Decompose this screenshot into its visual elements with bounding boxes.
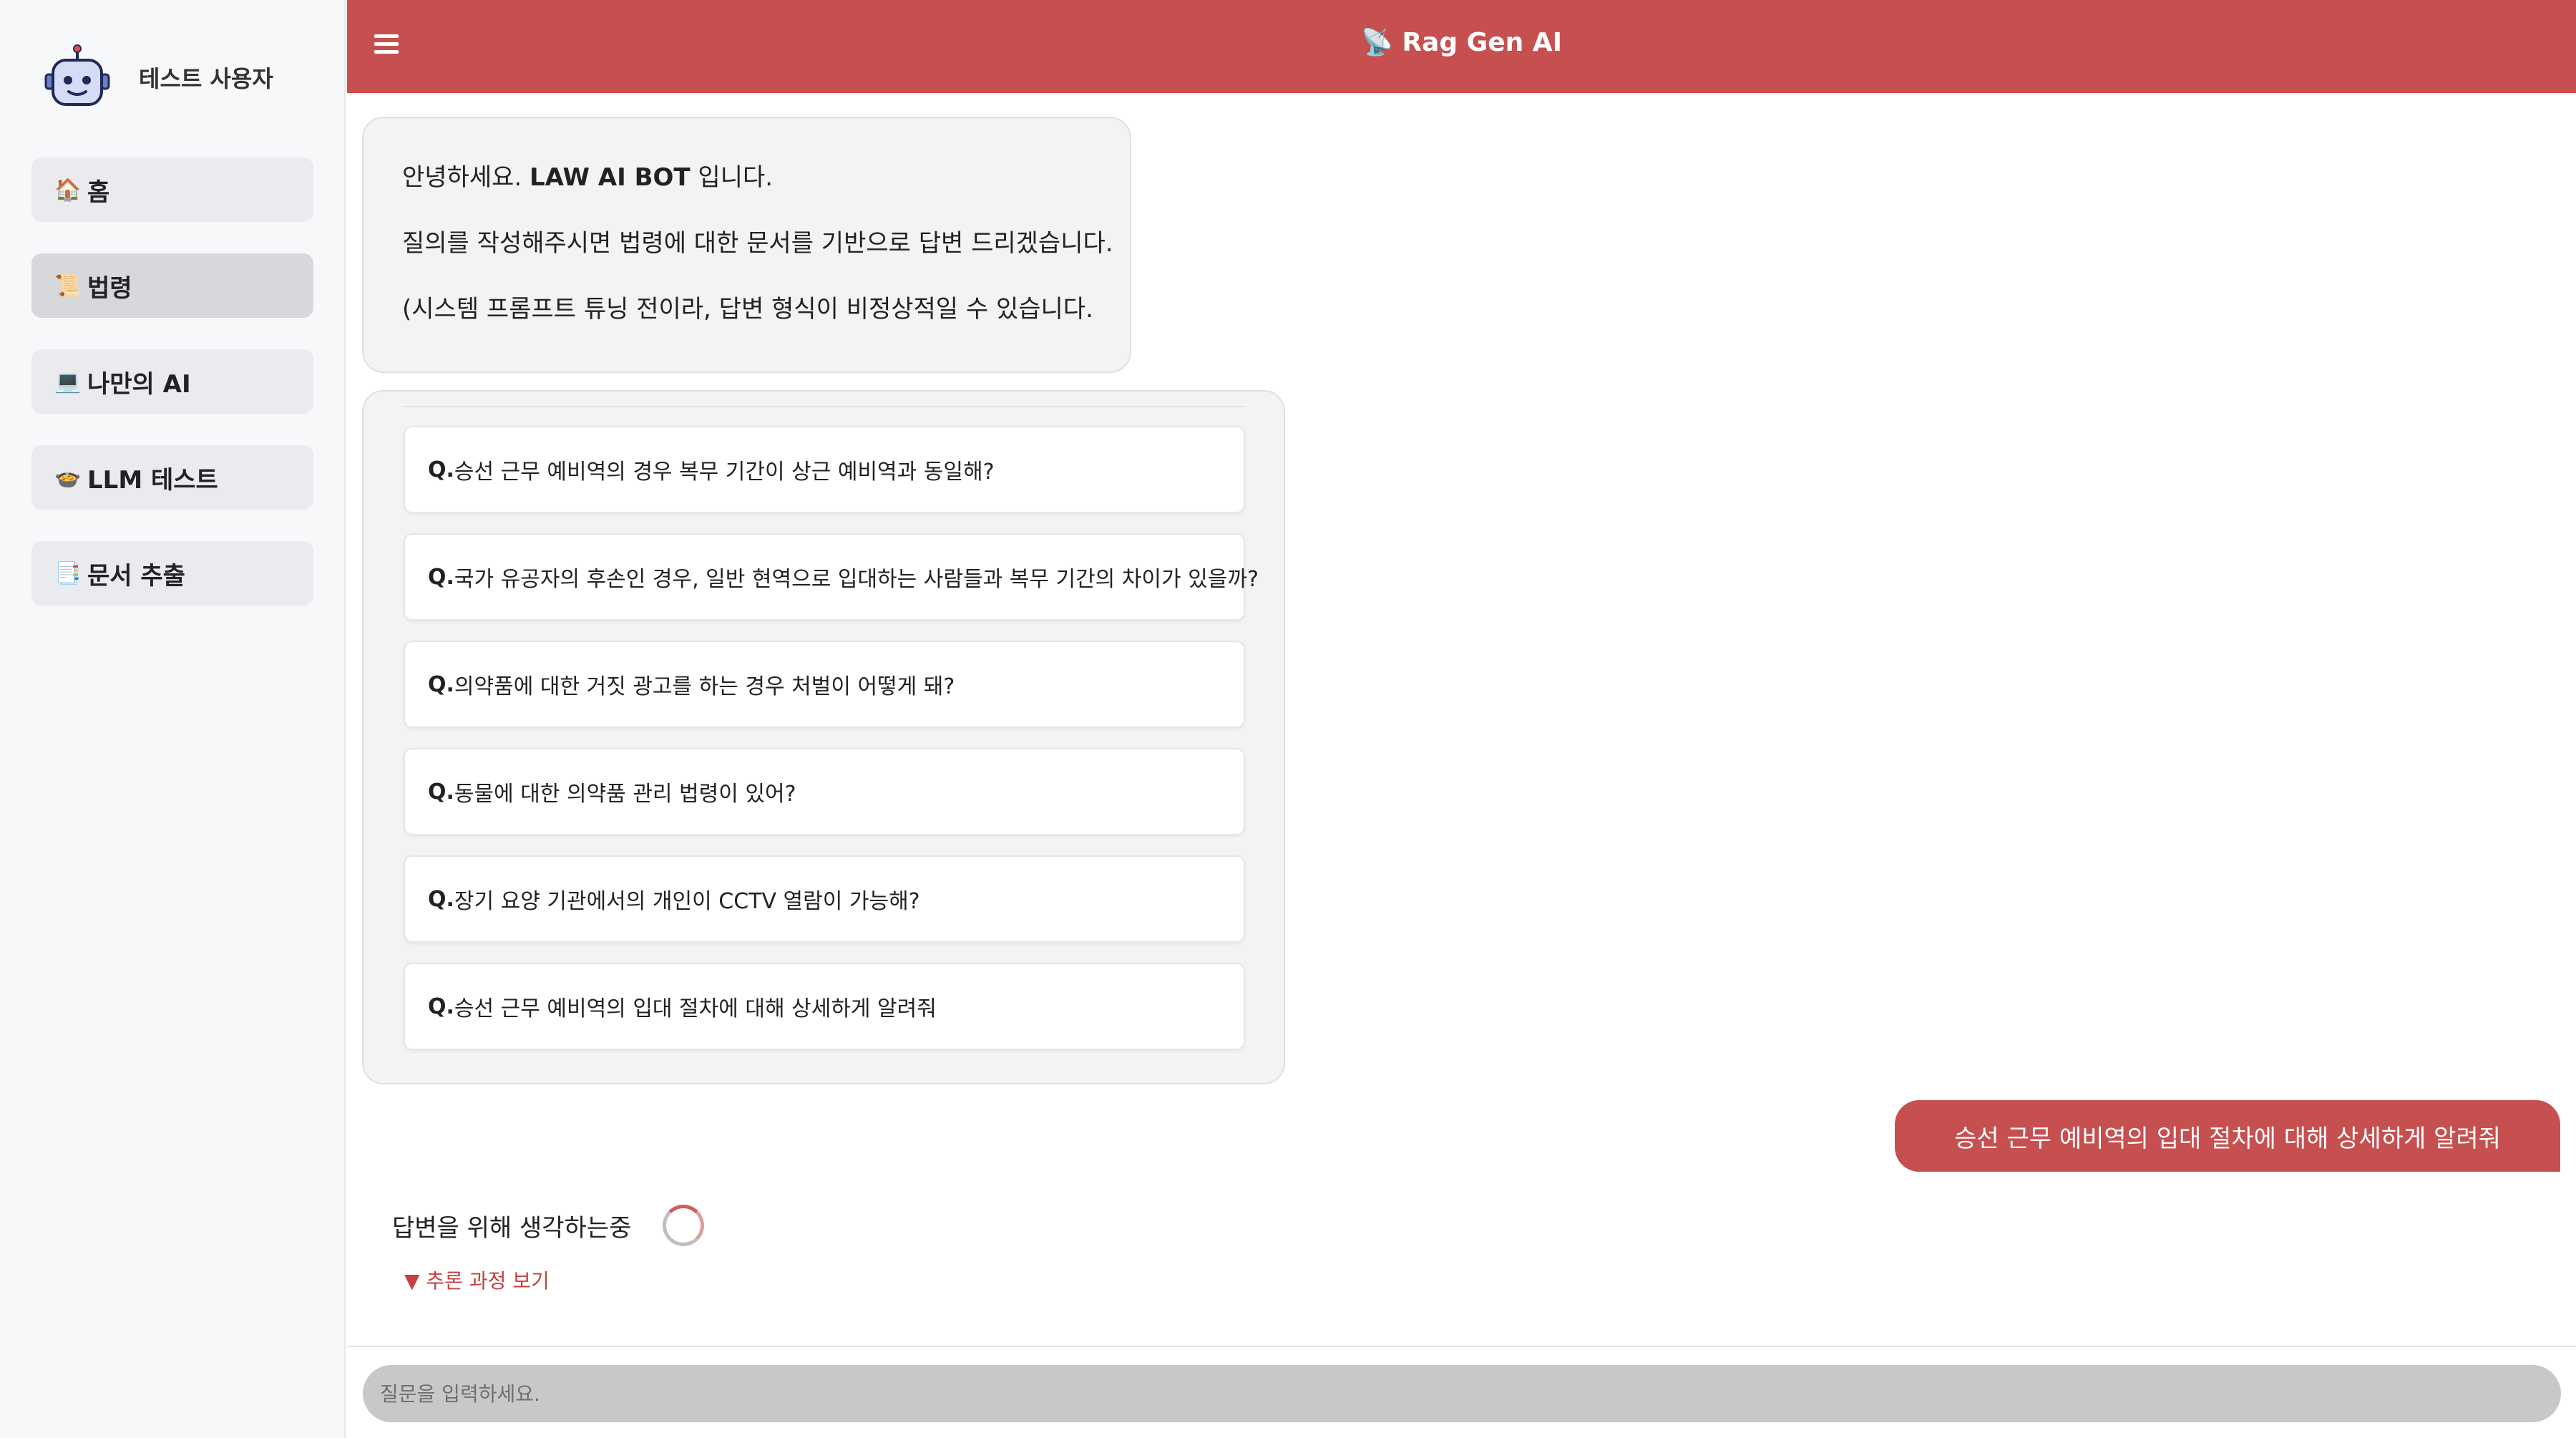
reasoning-toggle[interactable]: ▼ 추론 과정 보기: [404, 1265, 550, 1294]
document-icon: 📑: [54, 560, 82, 586]
app-title: 📡 Rag Gen AI: [1360, 28, 1563, 57]
thinking-text: 답변을 위해 생각하는중: [392, 1213, 632, 1243]
robot-avatar-icon: [44, 44, 110, 106]
intro-greeting: 안녕하세요. LAW AI BOT 입니다.: [402, 163, 774, 192]
input-bar: [347, 1346, 2576, 1438]
suggested-question[interactable]: Q. 의약품에 대한 거짓 광고를 하는 경우 처벌이 어떻게 돼?: [404, 641, 1245, 728]
bot-name: LAW AI BOT: [530, 163, 691, 192]
divider: [404, 406, 1245, 407]
pot-icon: 🍲: [54, 465, 82, 490]
suggested-question[interactable]: Q. 동물에 대한 의약품 관리 법령이 있어?: [404, 748, 1245, 835]
house-icon: 🏠: [54, 177, 82, 203]
sidebar-item-home[interactable]: 🏠 홈: [31, 157, 313, 222]
sidebar-item-law[interactable]: 📜 법령: [31, 253, 313, 318]
sidebar-item-label: 홈: [87, 178, 110, 207]
suggested-question[interactable]: Q. 장기 요양 기관에서의 개인이 CCTV 열람이 가능해?: [404, 855, 1245, 943]
intro-line-2: 질의를 작성해주시면 법령에 대한 문서를 기반으로 답변 드리겠습니다.: [402, 229, 1113, 258]
laptop-icon: 💻: [54, 369, 82, 394]
sidebar: 테스트 사용자 🏠 홈 📜 법령 💻 나만의 AI 🍲 LLM 테스트 📑 문서…: [0, 0, 346, 1438]
scroll-icon: 📜: [54, 273, 82, 298]
sidebar-item-label: LLM 테스트: [87, 465, 218, 495]
sidebar-item-llm-test[interactable]: 🍲 LLM 테스트: [31, 445, 313, 510]
sidebar-item-label: 나만의 AI: [87, 369, 191, 399]
intro-line-3: (시스템 프롬프트 튜닝 전이라, 답변 형식이 비정상적일 수 있습니다.: [402, 295, 1093, 324]
app-root: 테스트 사용자 🏠 홈 📜 법령 💻 나만의 AI 🍲 LLM 테스트 📑 문서…: [0, 0, 2576, 1438]
sidebar-item-my-ai[interactable]: 💻 나만의 AI: [31, 349, 313, 414]
bot-intro-message: 안녕하세요. LAW AI BOT 입니다. 질의를 작성해주시면 법령에 대한…: [362, 117, 1131, 373]
question-input[interactable]: [363, 1365, 2561, 1422]
loading-spinner-icon: [663, 1205, 705, 1246]
user-message-bubble: 승선 근무 예비역의 입대 절차에 대해 상세하게 알려줘: [1895, 1100, 2560, 1172]
user-profile: 테스트 사용자: [43, 44, 273, 110]
suggested-questions: Q. 승선 근무 예비역의 경우 복무 기간이 상근 예비역과 동일해? Q. 국가…: [362, 390, 1285, 1084]
top-bar: 📡 Rag Gen AI: [347, 0, 2576, 93]
suggested-question[interactable]: Q. 승선 근무 예비역의 경우 복무 기간이 상근 예비역과 동일해?: [404, 426, 1245, 513]
thinking-indicator: 답변을 위해 생각하는중: [392, 1205, 705, 1246]
username: 테스트 사용자: [139, 65, 273, 92]
sidebar-item-label: 법령: [87, 273, 132, 303]
sidebar-item-label: 문서 추출: [87, 561, 185, 591]
suggested-question[interactable]: Q. 승선 근무 예비역의 입대 절차에 대해 상세하게 알려줘: [404, 963, 1245, 1050]
sidebar-item-doc-extract[interactable]: 📑 문서 추출: [31, 541, 313, 606]
suggested-question[interactable]: Q. 국가 유공자의 후손인 경우, 일반 현역으로 입대하는 사람들과 복무 기…: [404, 533, 1259, 621]
